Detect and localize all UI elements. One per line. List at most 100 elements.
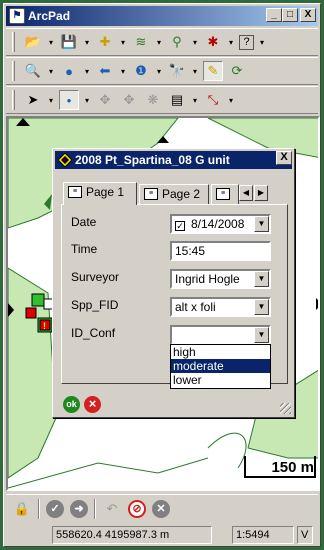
identify-icon[interactable]: ❶ xyxy=(131,61,151,81)
tools-icon[interactable]: ✱ xyxy=(203,32,223,52)
identify-dropdown[interactable]: ▾ xyxy=(155,61,163,81)
form-page-icon: ≡ xyxy=(68,186,82,198)
maximize-button[interactable]: □ xyxy=(282,8,298,22)
lock-icon[interactable]: 🔒 xyxy=(12,499,32,519)
attribute-form-dialog: 2008 Pt_Spartina_08 G unit X ≡ Page 1 ≡ … xyxy=(52,148,295,418)
refresh-icon[interactable]: ⟳ xyxy=(227,61,247,81)
date-picker[interactable]: ✓ 8/14/2008 ▼ xyxy=(170,214,271,234)
edit-icon[interactable]: ✎ xyxy=(203,61,223,81)
tab-label: Page 2 xyxy=(162,187,201,201)
zoom-in-icon[interactable]: 🔍 xyxy=(23,61,43,81)
option-high[interactable]: high xyxy=(171,345,270,359)
resize-grip[interactable] xyxy=(280,403,291,414)
scale-readout[interactable]: 1:5494 xyxy=(232,526,294,544)
tab-scroll-left-icon[interactable]: ◀ xyxy=(239,185,253,201)
minimize-button[interactable]: _ xyxy=(266,8,282,22)
spp-fid-label: Spp_FID xyxy=(71,298,119,312)
status-bar: 558620.4 4195987.3 m 1:5494 V xyxy=(6,525,318,545)
form-icon[interactable]: ▤ xyxy=(167,90,187,110)
bottom-toolbar: 🔒 ✓ ➜ ↶ ⊘ ✕ xyxy=(6,494,318,522)
chevron-down-icon[interactable]: ▼ xyxy=(254,327,269,343)
measure-icon[interactable]: ✥ xyxy=(119,90,139,110)
title-bar: ⚑ ArcPad _ □ X xyxy=(6,6,318,26)
chevron-down-icon[interactable]: ▼ xyxy=(254,216,269,232)
svg-text:!: ! xyxy=(43,321,46,331)
pan-icon[interactable]: ✥ xyxy=(95,90,115,110)
help-dropdown[interactable]: ▾ xyxy=(258,32,266,52)
mode-indicator: V xyxy=(297,526,313,544)
scale-bar: 150 m xyxy=(240,456,318,482)
toolbar-navigation: 🔍 ▾ ● ▾ ⬅ ▾ ❶ ▾ 🔭 ▾ ✎ ⟳ xyxy=(6,57,318,85)
surveyor-value: Ingrid Hogle xyxy=(175,272,240,286)
tab-page-3[interactable]: ≡ xyxy=(211,184,239,204)
back-icon[interactable]: ⬅ xyxy=(95,61,115,81)
tools-dropdown[interactable]: ▾ xyxy=(227,32,235,52)
form-dropdown[interactable]: ▾ xyxy=(191,90,199,110)
add-layer-dropdown[interactable]: ▾ xyxy=(119,32,127,52)
help-icon[interactable]: ? xyxy=(239,34,254,50)
tab-page-2[interactable]: ≡ Page 2 xyxy=(139,184,209,204)
full-extent-icon[interactable]: ● xyxy=(59,61,79,81)
select-icon[interactable]: ❋ xyxy=(143,90,163,110)
toolbar-grip[interactable] xyxy=(12,61,15,81)
form-page-icon: ≡ xyxy=(216,188,230,200)
app-title: ArcPad xyxy=(28,9,71,23)
gps-status-icon[interactable]: ✓ xyxy=(46,499,64,518)
clear-icon[interactable]: ✕ xyxy=(152,499,170,518)
toolbar-grip[interactable] xyxy=(12,90,15,110)
back-dropdown[interactable]: ▾ xyxy=(119,61,127,81)
toolbar-grip[interactable] xyxy=(12,32,15,52)
arcpad-logo-icon: ⚑ xyxy=(9,8,25,24)
date-label: Date xyxy=(71,215,97,229)
ok-button[interactable]: ok xyxy=(63,396,80,413)
toolbar-file: 📂 ▾ 💾 ▾ ✚ ▾ ≋ ▾ ⚲ ▾ ✱ ▾ ? ▾ xyxy=(6,28,318,56)
extent-dropdown[interactable]: ▾ xyxy=(83,61,91,81)
open-dropdown[interactable]: ▾ xyxy=(47,32,55,52)
add-layer-icon[interactable]: ✚ xyxy=(95,32,115,52)
no-gps-icon[interactable]: ⊘ xyxy=(128,499,146,518)
undo-icon[interactable]: ↶ xyxy=(102,499,122,519)
dialog-title-bar: 2008 Pt_Spartina_08 G unit xyxy=(55,151,292,169)
surveyor-combo[interactable]: Ingrid Hogle ▼ xyxy=(170,269,271,289)
option-moderate[interactable]: moderate xyxy=(171,359,270,373)
id-conf-label: ID_Conf xyxy=(71,326,116,340)
id-conf-combo[interactable]: ▼ xyxy=(170,325,271,345)
gps-next-icon[interactable]: ➜ xyxy=(70,499,88,518)
close-button[interactable]: X xyxy=(300,8,316,22)
chevron-down-icon[interactable]: ▼ xyxy=(254,299,269,315)
time-label: Time xyxy=(71,242,98,256)
find-icon[interactable]: 🔭 xyxy=(167,61,187,81)
point-icon[interactable]: • xyxy=(59,90,79,110)
id-conf-dropdown-list: high moderate lower xyxy=(170,344,271,389)
spp-fid-combo[interactable]: alt x foli ▼ xyxy=(170,297,271,317)
layer-diamond-icon xyxy=(58,153,72,167)
line-icon[interactable]: ⤡ xyxy=(203,90,223,110)
open-icon[interactable]: 📂 xyxy=(23,32,43,52)
save-icon[interactable]: 💾 xyxy=(59,32,79,52)
date-value: 8/14/2008 xyxy=(191,217,245,231)
zoom-dropdown[interactable]: ▾ xyxy=(47,61,55,81)
point-dropdown[interactable]: ▾ xyxy=(83,90,91,110)
dialog-title: 2008 Pt_Spartina_08 G unit xyxy=(75,153,230,167)
dialog-close-button[interactable]: X xyxy=(276,151,292,165)
spp-fid-value: alt x foli xyxy=(175,300,216,314)
time-field[interactable]: 15:45 xyxy=(170,241,271,261)
pointer-icon[interactable]: ➤ xyxy=(23,90,43,110)
cancel-button[interactable]: × xyxy=(84,396,101,413)
date-checkbox[interactable]: ✓ xyxy=(175,221,185,231)
line-dropdown[interactable]: ▾ xyxy=(227,90,235,110)
pointer-dropdown[interactable]: ▾ xyxy=(47,90,55,110)
option-lower[interactable]: lower xyxy=(171,373,270,387)
layer-dropdown[interactable]: ▾ xyxy=(155,32,163,52)
tab-page-1[interactable]: ≡ Page 1 xyxy=(63,182,137,205)
save-dropdown[interactable]: ▾ xyxy=(83,32,91,52)
surveyor-label: Surveyor xyxy=(71,270,120,284)
tab-scroll-right-icon[interactable]: ▶ xyxy=(254,185,268,201)
gps-dropdown[interactable]: ▾ xyxy=(191,32,199,52)
scale-label: 150 m xyxy=(271,459,314,476)
gps-icon[interactable]: ⚲ xyxy=(167,32,187,52)
chevron-down-icon[interactable]: ▼ xyxy=(254,271,269,287)
find-dropdown[interactable]: ▾ xyxy=(191,61,199,81)
layer-manager-icon[interactable]: ≋ xyxy=(131,32,151,52)
toolbar-edit: ➤ ▾ • ▾ ✥ ✥ ❋ ▤ ▾ ⤡ ▾ xyxy=(6,86,318,114)
